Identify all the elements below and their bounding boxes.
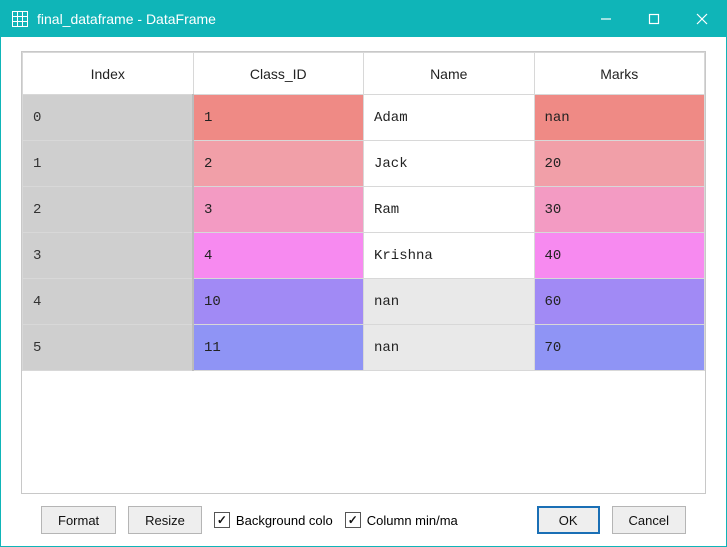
ok-button[interactable]: OK <box>537 506 600 534</box>
cell-name[interactable]: Ram <box>364 187 535 233</box>
cancel-button[interactable]: Cancel <box>612 506 686 534</box>
content-area: Index Class_ID Name Marks 0 1 Adam nan 1 <box>1 37 726 546</box>
cell-class-id[interactable]: 3 <box>193 187 364 233</box>
header-row: Index Class_ID Name Marks <box>23 53 705 95</box>
titlebar[interactable]: final_dataframe - DataFrame <box>1 1 726 37</box>
cell-class-id[interactable]: 11 <box>193 325 364 371</box>
resize-button[interactable]: Resize <box>128 506 202 534</box>
checkbox-label: Background colo <box>236 513 333 528</box>
cell-marks[interactable]: nan <box>534 95 705 141</box>
check-icon <box>345 512 361 528</box>
background-color-checkbox[interactable]: Background colo <box>214 512 333 528</box>
cell-name[interactable]: nan <box>364 325 535 371</box>
table-row: 3 4 Krishna 40 <box>23 233 705 279</box>
window-title: final_dataframe - DataFrame <box>37 11 216 27</box>
cell-name[interactable]: nan <box>364 279 535 325</box>
cell-marks[interactable]: 70 <box>534 325 705 371</box>
minimize-button[interactable] <box>582 1 630 37</box>
cell-index[interactable]: 5 <box>23 325 194 371</box>
close-button[interactable] <box>678 1 726 37</box>
cell-index[interactable]: 4 <box>23 279 194 325</box>
col-header-index[interactable]: Index <box>23 53 194 95</box>
cell-class-id[interactable]: 2 <box>193 141 364 187</box>
cell-marks[interactable]: 20 <box>534 141 705 187</box>
cell-name[interactable]: Jack <box>364 141 535 187</box>
check-icon <box>214 512 230 528</box>
table-row: 0 1 Adam nan <box>23 95 705 141</box>
dataframe-icon <box>11 10 29 28</box>
cell-marks[interactable]: 60 <box>534 279 705 325</box>
col-header-name[interactable]: Name <box>364 53 535 95</box>
window: final_dataframe - DataFrame Index Class_… <box>0 0 727 547</box>
table-row: 1 2 Jack 20 <box>23 141 705 187</box>
format-button[interactable]: Format <box>41 506 116 534</box>
cell-class-id[interactable]: 1 <box>193 95 364 141</box>
col-header-marks[interactable]: Marks <box>534 53 705 95</box>
column-minmax-checkbox[interactable]: Column min/ma <box>345 512 458 528</box>
cell-marks[interactable]: 30 <box>534 187 705 233</box>
cell-name[interactable]: Krishna <box>364 233 535 279</box>
table-row: 4 10 nan 60 <box>23 279 705 325</box>
maximize-button[interactable] <box>630 1 678 37</box>
cell-index[interactable]: 2 <box>23 187 194 233</box>
cell-class-id[interactable]: 10 <box>193 279 364 325</box>
cell-marks[interactable]: 40 <box>534 233 705 279</box>
cell-index[interactable]: 1 <box>23 141 194 187</box>
checkbox-label: Column min/ma <box>367 513 458 528</box>
dataframe-table[interactable]: Index Class_ID Name Marks 0 1 Adam nan 1 <box>21 51 706 494</box>
bottom-toolbar: Format Resize Background colo Column min… <box>21 494 706 546</box>
table-row: 5 11 nan 70 <box>23 325 705 371</box>
table-row: 2 3 Ram 30 <box>23 187 705 233</box>
cell-index[interactable]: 3 <box>23 233 194 279</box>
cell-index[interactable]: 0 <box>23 95 194 141</box>
col-header-class-id[interactable]: Class_ID <box>193 53 364 95</box>
cell-name[interactable]: Adam <box>364 95 535 141</box>
cell-class-id[interactable]: 4 <box>193 233 364 279</box>
